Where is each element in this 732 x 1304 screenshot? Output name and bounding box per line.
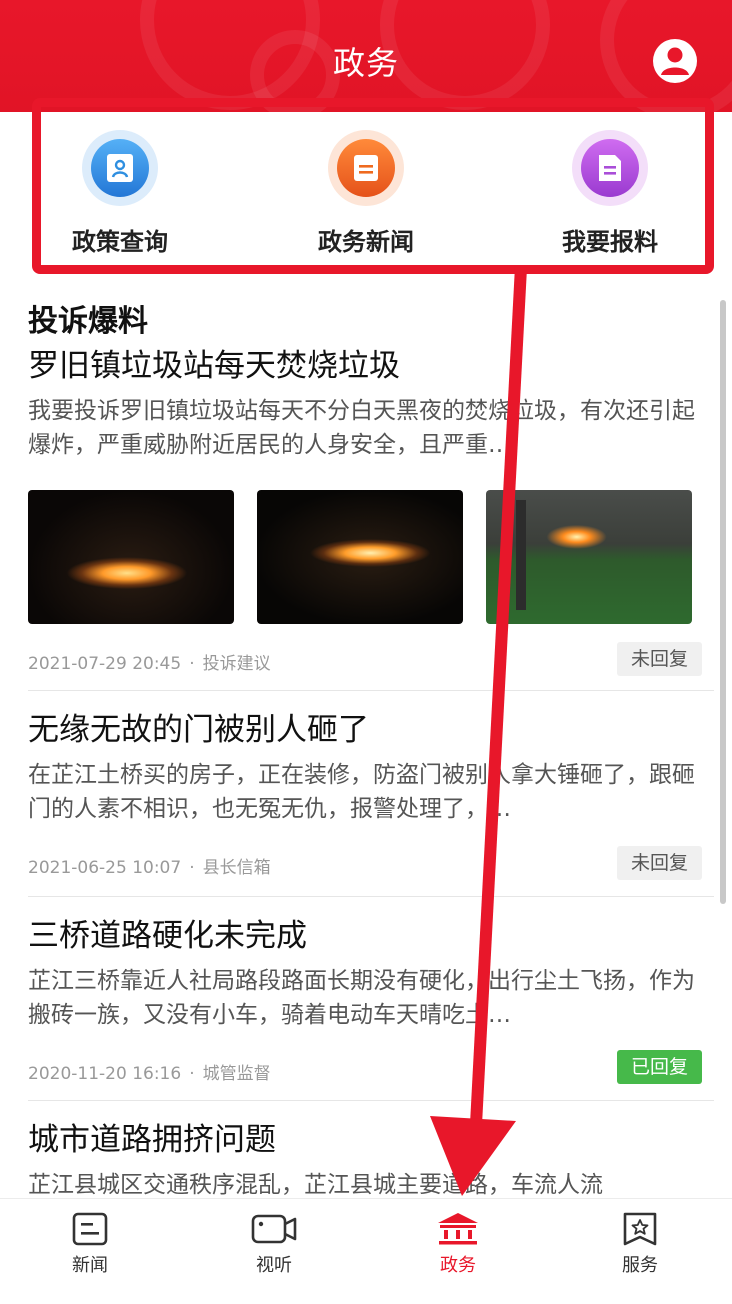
- post-category: 投诉建议: [202, 654, 271, 674]
- post-meta: 2020-11-20 16:16 · 城管监督: [28, 1064, 271, 1084]
- post-time: 2020-11-20 16:16: [28, 1064, 182, 1084]
- quick-item-label: 我要报料: [562, 228, 658, 256]
- post-card[interactable]: 三桥道路硬化未完成 芷江三桥靠近人社局路段路面长期没有硬化，出行尘土飞扬，作为搬…: [28, 916, 702, 1092]
- quick-item-label: 政务新闻: [318, 228, 414, 256]
- video-icon: [251, 1214, 297, 1244]
- scrollbar[interactable]: [720, 300, 726, 904]
- gov-news-icon: [328, 130, 404, 206]
- post-category: 城管监督: [202, 1064, 271, 1084]
- nav-item-service[interactable]: 服务: [580, 1211, 700, 1277]
- post-title: 无缘无故的门被别人砸了: [28, 712, 369, 748]
- user-profile-button[interactable]: [652, 38, 698, 84]
- service-icon: [623, 1212, 657, 1246]
- post-photos: [28, 490, 692, 624]
- quick-item-gov-news[interactable]: 政务新闻: [266, 130, 466, 257]
- post-title: 罗旧镇垃圾站每天焚烧垃圾: [28, 348, 400, 384]
- quick-menu: 政策查询 政务新闻 我要报料: [44, 112, 704, 258]
- nav-item-government[interactable]: 政务: [398, 1211, 518, 1277]
- page-title: 政务: [332, 44, 399, 82]
- post-excerpt: 芷江三桥靠近人社局路段路面长期没有硬化，出行尘土飞扬，作为搬砖一族，又没有小车，…: [28, 968, 695, 1028]
- nav-label: 新闻: [72, 1255, 108, 1276]
- report-icon: [572, 130, 648, 206]
- post-time: 2021-07-29 20:45: [28, 654, 182, 674]
- post-excerpt: 我要投诉罗旧镇垃圾站每天不分白天黑夜的焚烧垃圾，有次还引起爆炸，严重威胁附近居民…: [28, 398, 695, 458]
- post-card[interactable]: 无缘无故的门被别人砸了 在芷江土桥买的房子，正在装修，防盗门被别人拿大锤砸了，跟…: [28, 710, 702, 886]
- status-badge: 已回复: [616, 1050, 702, 1084]
- status-badge: 未回复: [616, 642, 702, 676]
- status-badge: 未回复: [616, 846, 702, 880]
- post-card[interactable]: 城市道路拥挤问题 芷江县城区交通秩序混乱，芷江县城主要道路，车流人流: [28, 1120, 702, 1200]
- post-time: 2021-06-25 10:07: [28, 858, 182, 878]
- header-bar: 政务: [0, 0, 732, 112]
- bottom-nav: 新闻 视听 政务 服务: [0, 1198, 732, 1304]
- post-photo[interactable]: [28, 490, 234, 624]
- app-screen: 政务 政策查询 政务新闻 我要报料 投诉爆料 罗旧镇垃圾站每天焚烧垃圾 我要投诉…: [0, 0, 732, 1304]
- quick-item-policy-query[interactable]: 政策查询: [20, 130, 220, 257]
- post-photo[interactable]: [257, 490, 463, 624]
- user-icon: [653, 39, 697, 83]
- post-title: 城市道路拥挤问题: [28, 1122, 276, 1158]
- post-excerpt: 在芷江土桥买的房子，正在装修，防盗门被别人拿大锤砸了，跟砸门的人素不相识，也无冤…: [28, 762, 695, 822]
- section-title: 投诉爆料: [28, 304, 148, 339]
- quick-item-report[interactable]: 我要报料: [510, 130, 710, 257]
- nav-label: 政务: [440, 1255, 476, 1276]
- divider: [28, 896, 714, 897]
- post-photo[interactable]: [486, 490, 692, 624]
- post-excerpt: 芷江县城区交通秩序混乱，芷江县城主要道路，车流人流: [28, 1172, 603, 1198]
- post-meta: 2021-07-29 20:45 · 投诉建议: [28, 654, 271, 674]
- nav-label: 服务: [622, 1255, 658, 1276]
- post-title: 三桥道路硬化未完成: [28, 918, 307, 954]
- divider: [28, 1100, 714, 1101]
- nav-item-video[interactable]: 视听: [214, 1211, 334, 1277]
- news-icon: [72, 1212, 108, 1246]
- quick-item-label: 政策查询: [72, 228, 168, 256]
- policy-search-icon: [82, 130, 158, 206]
- post-meta: 2021-06-25 10:07 · 县长信箱: [28, 858, 271, 878]
- government-icon: [438, 1213, 478, 1245]
- nav-label: 视听: [256, 1255, 292, 1276]
- divider: [28, 690, 714, 691]
- post-category: 县长信箱: [202, 858, 271, 878]
- nav-item-news[interactable]: 新闻: [30, 1211, 150, 1277]
